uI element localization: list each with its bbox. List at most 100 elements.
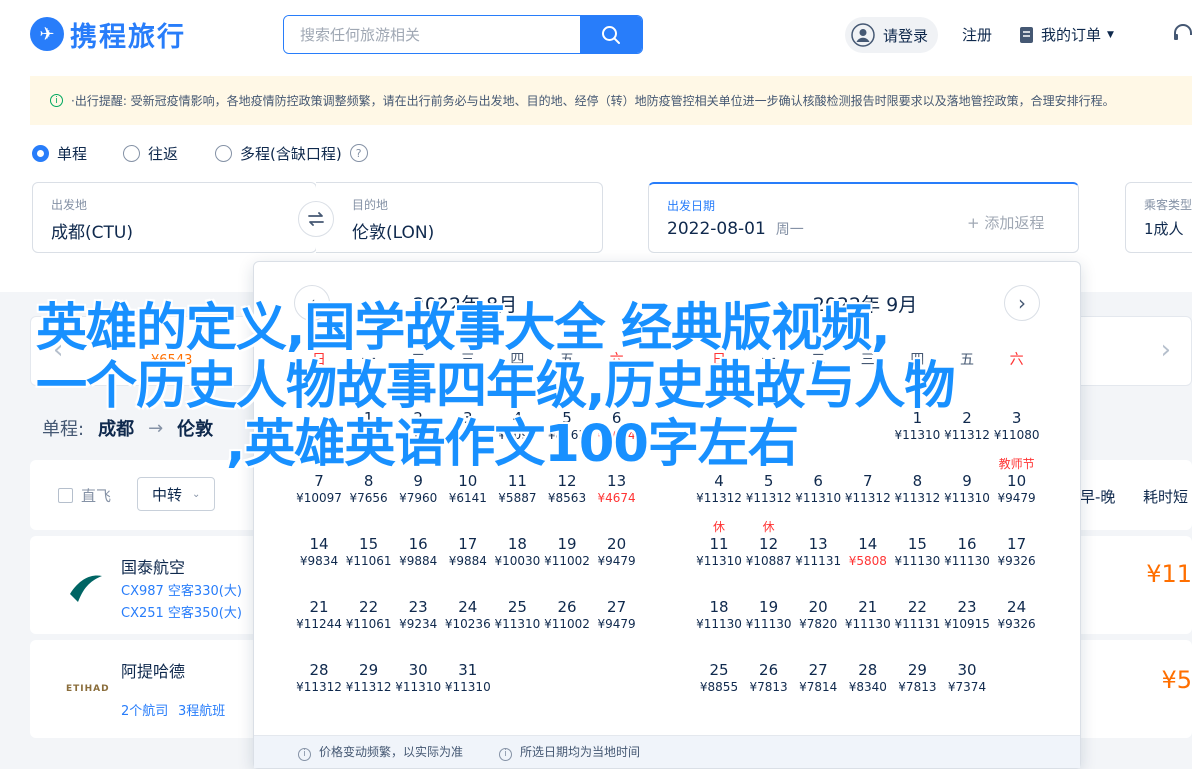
calendar-day[interactable]: 休 11 ¥11310 [694,520,744,568]
calendar-day[interactable]: 30 ¥7374 [942,661,992,694]
day-price: ¥9326 [997,554,1036,568]
flight-segment-1[interactable]: CX987 空客330(大) [121,580,242,599]
calendar-day[interactable]: 22 ¥11131 [892,598,942,631]
day-price: ¥7813 [749,680,788,694]
direct-only-checkbox[interactable]: 直飞 [58,485,111,506]
calendar-day[interactable]: 19 ¥11130 [744,598,794,631]
calendar-day[interactable]: 17 ¥9326 [992,535,1042,568]
calendar-day[interactable]: 14 ¥5808 [843,535,893,568]
calendar-day[interactable]: 18 ¥10030 [492,535,542,568]
add-return-button[interactable]: + 添加返程 [967,212,1044,233]
calendar-day[interactable]: 15 ¥11061 [344,535,394,568]
my-orders-menu[interactable]: 我的订单 ▼ [1019,24,1114,45]
calendar-day[interactable]: 29 ¥11312 [344,661,394,694]
day-price: ¥11312 [696,491,742,505]
calendar-day[interactable]: 12 ¥8563 [542,472,592,505]
calendar-day[interactable]: 21 ¥11130 [843,598,893,631]
sort-duration-option[interactable]: 耗时短 [1143,486,1188,507]
calendar-day[interactable]: 27 ¥7814 [793,661,843,694]
trip-option-oneway[interactable]: 单程 [32,142,87,164]
flight-segment-2[interactable]: CX251 空客350(大) [121,602,242,621]
trip-option-roundtrip[interactable]: 往返 [123,142,178,164]
calendar-day[interactable]: 30 ¥11310 [393,661,443,694]
calendar-day[interactable]: 20 ¥9479 [592,535,642,568]
calendar-day[interactable]: 22 ¥11061 [344,598,394,631]
calendar-day[interactable]: 23 ¥9234 [393,598,443,631]
day-price: ¥11002 [544,617,590,631]
calendar-day[interactable]: 11 ¥5887 [492,472,542,505]
passenger-value: 1成人 [1144,220,1184,238]
calendar-day[interactable]: 9 ¥11310 [942,472,992,505]
calendar-day[interactable]: 6 ¥11310 [793,472,843,505]
calendar-day[interactable]: 13 ¥11131 [793,535,843,568]
day-price: ¥11130 [745,617,792,631]
calendar-day[interactable]: 24 ¥9326 [992,598,1042,631]
calendar-day[interactable]: 25 ¥11310 [492,598,542,631]
day-number: 20 [607,535,627,553]
calendar-day[interactable]: 8 ¥7656 [344,472,394,505]
calendar-day[interactable]: 31 ¥11310 [443,661,493,694]
day-number: 8 [912,472,923,490]
register-link[interactable]: 注册 [962,24,992,45]
login-button[interactable]: 请登录 [845,17,939,53]
calendar-day[interactable]: 14 ¥9834 [294,535,344,568]
day-price: ¥8563 [547,491,587,505]
depart-date-field[interactable]: 出发日期 2022-08-01 周一 + 添加返程 [648,182,1079,253]
calendar-day[interactable]: 26 ¥11002 [542,598,592,631]
calendar-day[interactable]: 8 ¥11312 [892,472,942,505]
calendar-day[interactable]: 7 ¥11312 [843,472,893,505]
calendar-day[interactable]: 10 ¥6141 [443,472,493,505]
search-input[interactable] [284,16,580,53]
day-price: ¥7374 [947,680,987,694]
register-label: 注册 [962,26,993,44]
transfer-label: 中转 [152,485,183,504]
calendar-day[interactable]: 24 ¥10236 [443,598,493,631]
from-city-field[interactable]: 出发地 成都(CTU) [32,182,317,253]
calendar-day[interactable]: 5 ¥11312 [744,472,794,505]
calendar-day[interactable]: 7 ¥10097 [294,472,344,505]
calendar-day[interactable]: 教师节 10 ¥9479 [992,457,1042,505]
trip-option-multi[interactable]: 多程(含缺口程) ? [215,142,368,164]
calendar-day[interactable]: 20 ¥7820 [793,598,843,631]
day-price: ¥11310 [395,680,442,694]
calendar-day[interactable]: 15 ¥11130 [892,535,942,568]
day-price: ¥4674 [597,491,636,505]
calendar-day[interactable]: 29 ¥7813 [892,661,942,694]
calendar-day[interactable]: 28 ¥11312 [294,661,344,694]
to-city-field[interactable]: 目的地 伦敦(LON) [316,182,603,253]
day-price: ¥11130 [894,554,941,568]
calendar-day[interactable]: 16 ¥11130 [942,535,992,568]
calendar-day[interactable]: 28 ¥8340 [843,661,893,694]
segment-count[interactable]: 3程航班 [178,700,225,719]
calendar-day[interactable]: 23 ¥10915 [942,598,992,631]
search-button[interactable] [580,16,642,53]
calendar-day[interactable]: 19 ¥11002 [542,535,592,568]
day-price: ¥7960 [399,491,438,505]
calendar-day[interactable]: 18 ¥11130 [694,598,744,631]
transfer-filter[interactable]: 中转 ⌄ [137,477,216,511]
ctrip-logo[interactable]: ✈ 携程旅行 [30,14,186,54]
calendar-day[interactable]: 26 ¥7813 [744,661,794,694]
calendar-day[interactable]: 25 ¥8855 [694,661,744,694]
user-icon [851,23,875,47]
question-icon[interactable]: ? [349,144,368,162]
calendar-day[interactable]: 17 ¥9884 [443,535,493,568]
calendar-day[interactable]: 16 ¥9884 [393,535,443,568]
calendar-day[interactable]: 13 ¥4674 [592,472,642,505]
calendar-day[interactable]: 27 ¥9479 [592,598,642,631]
day-price: ¥10915 [944,617,990,631]
day-number: 30 [957,661,977,679]
headset-icon[interactable] [1172,22,1192,48]
calendar-day[interactable]: 休 12 ¥10887 [744,520,794,568]
calendar-day[interactable]: 21 ¥11244 [294,598,344,631]
swap-cities-button[interactable] [298,201,334,237]
calendar-day[interactable]: 9 ¥7960 [393,472,443,505]
airline-count[interactable]: 2个航司 [121,700,168,719]
day-number: 7 [314,472,324,490]
calendar-day[interactable]: 4 ¥11312 [694,472,744,505]
day-number: 17 [458,535,478,553]
day-number: 24 [1007,598,1027,616]
day-price: ¥8340 [848,680,887,694]
passenger-field[interactable]: 乘客类型 1成人 [1125,182,1192,253]
sort-time-option[interactable]: 早-晚 [1080,486,1115,507]
